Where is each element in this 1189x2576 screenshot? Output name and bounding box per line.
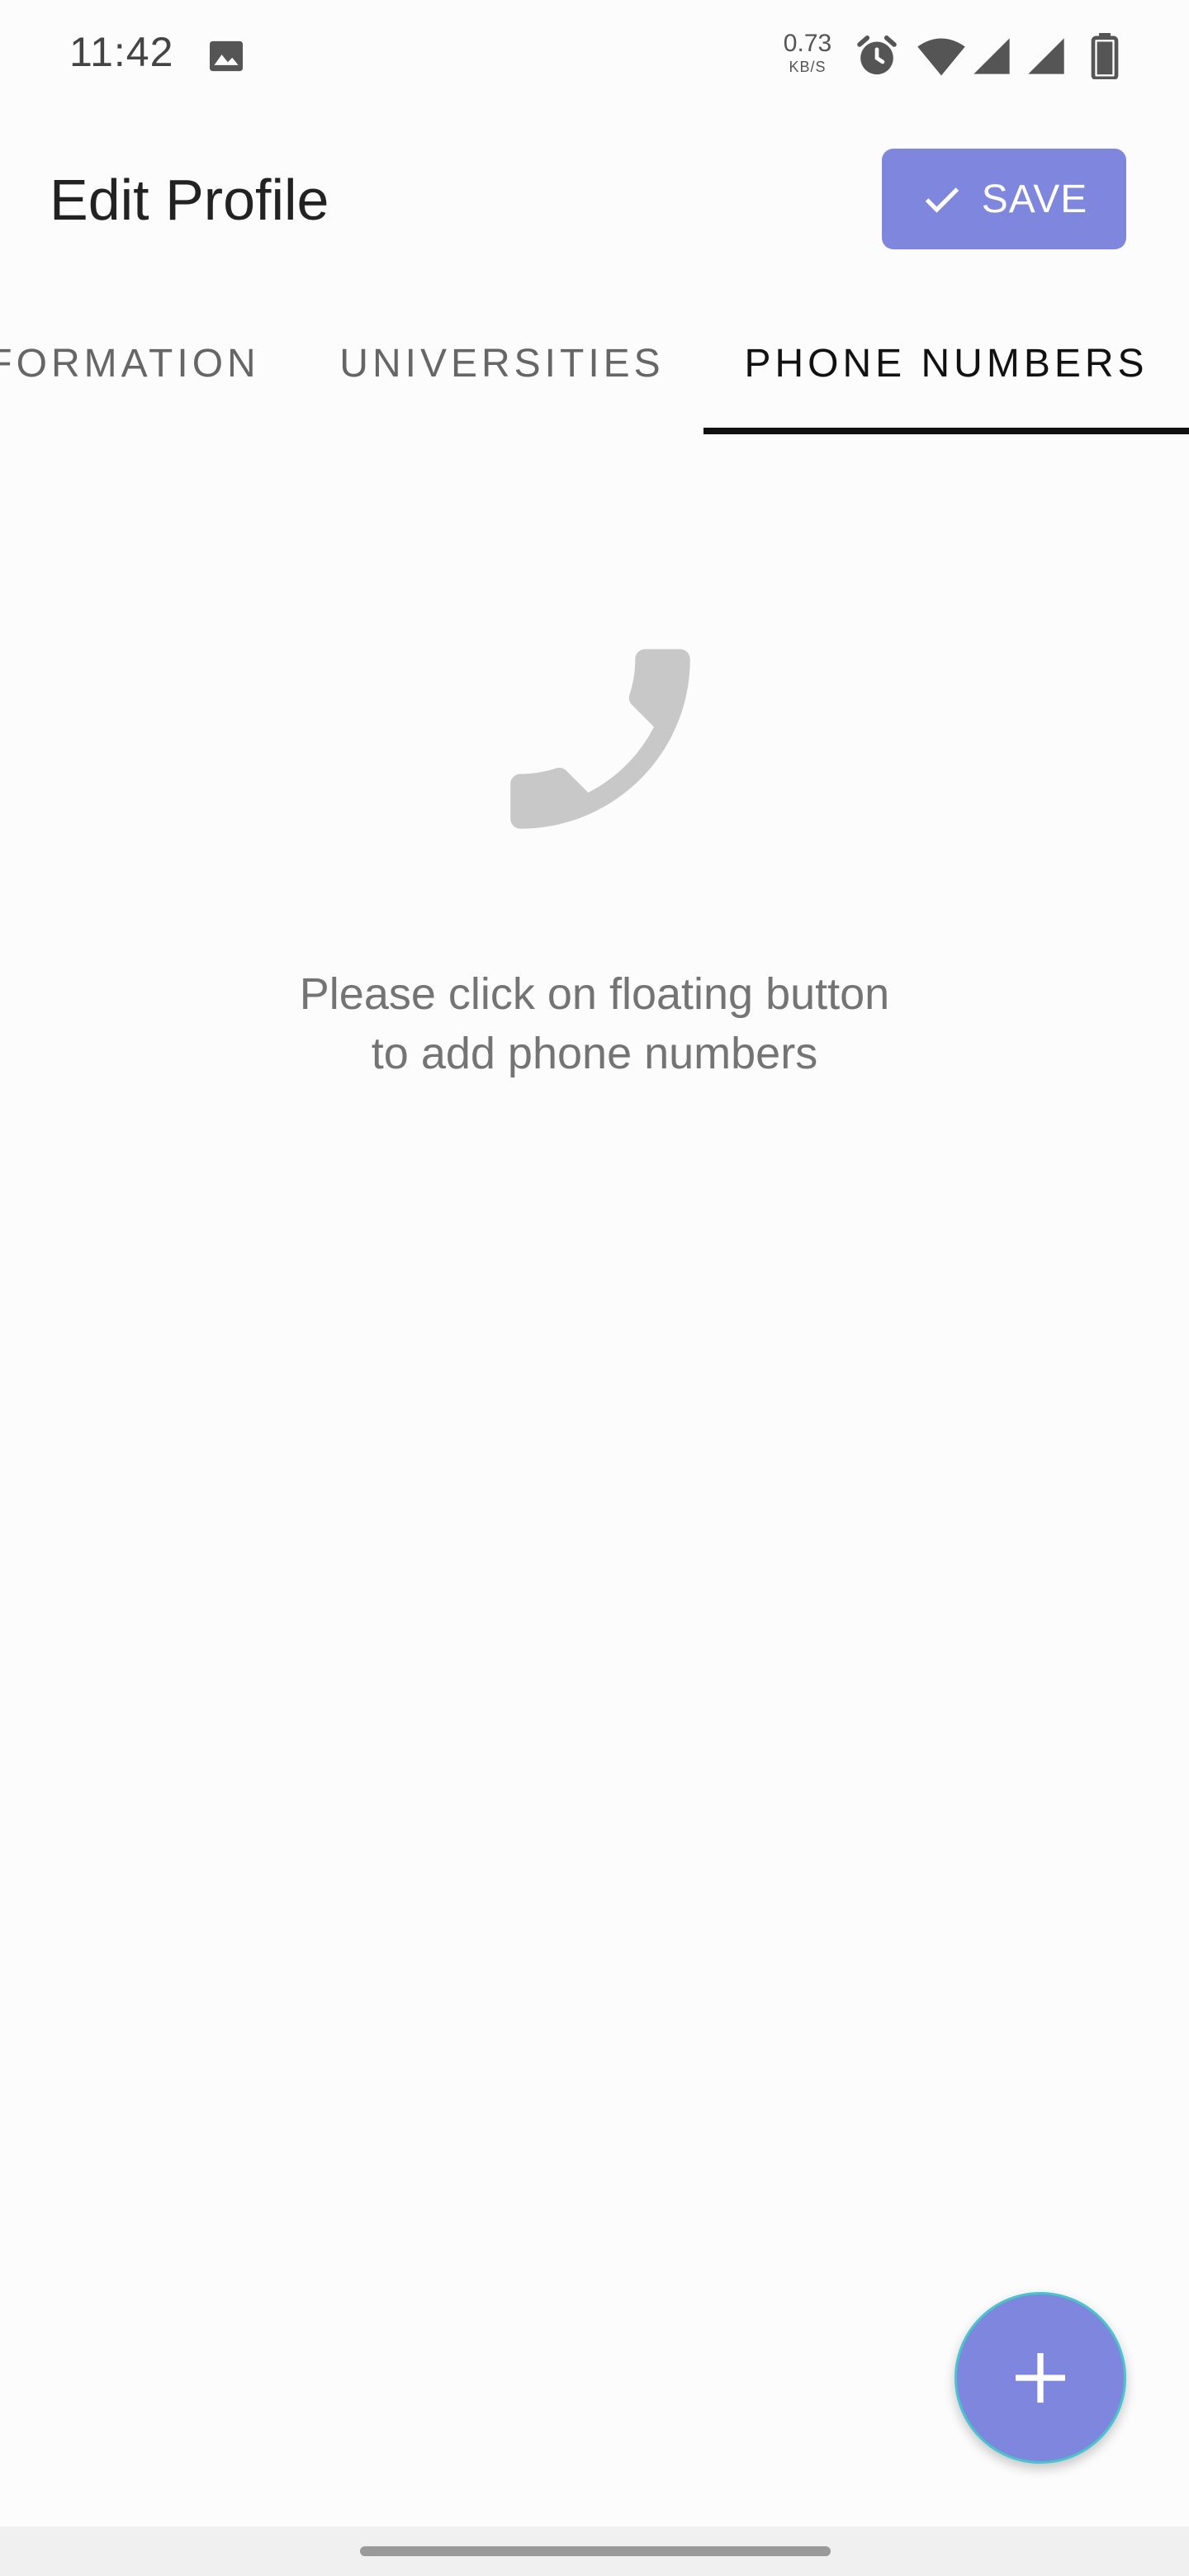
page-title: Edit Profile — [50, 168, 329, 232]
tab-universities[interactable]: UNIVERSITIES — [319, 289, 685, 438]
network-speed: 0.73 KB/S — [783, 30, 832, 75]
save-button-label: SAVE — [981, 177, 1088, 221]
add-phone-number-fab[interactable] — [955, 2292, 1126, 2464]
status-time: 11:42 — [69, 29, 174, 75]
empty-state-line-2: to add phone numbers — [371, 1029, 818, 1078]
navigation-bar — [0, 2526, 1189, 2576]
phone-icon — [510, 649, 690, 829]
battery-icon — [1091, 33, 1119, 79]
empty-state-message: Please click on floating button to add p… — [182, 964, 1007, 1083]
wifi-icon — [917, 38, 965, 76]
tab-bar: FORMATION UNIVERSITIES PHONE NUMBERS — [0, 289, 1189, 438]
check-icon — [925, 187, 959, 213]
edit-profile-screen: 11:42 0.73 KB/S Edit Profile SAVE FORMAT… — [0, 0, 1189, 2576]
gallery-icon — [210, 40, 243, 72]
empty-state-line-1: Please click on floating button — [299, 969, 890, 1019]
plus-icon — [1016, 2353, 1065, 2403]
alarm-icon — [857, 36, 897, 75]
tab-indicator — [703, 428, 1189, 434]
signal-icon — [973, 38, 1010, 74]
home-gesture-handle[interactable] — [360, 2546, 831, 2556]
save-button[interactable]: SAVE — [882, 149, 1126, 249]
status-bar: 11:42 0.73 KB/S — [0, 0, 1189, 116]
tab-formation[interactable]: FORMATION — [0, 289, 272, 438]
tab-phone-numbers[interactable]: PHONE NUMBERS — [703, 289, 1189, 438]
signal-icon — [1028, 38, 1064, 74]
app-bar: Edit Profile SAVE — [0, 116, 1189, 289]
